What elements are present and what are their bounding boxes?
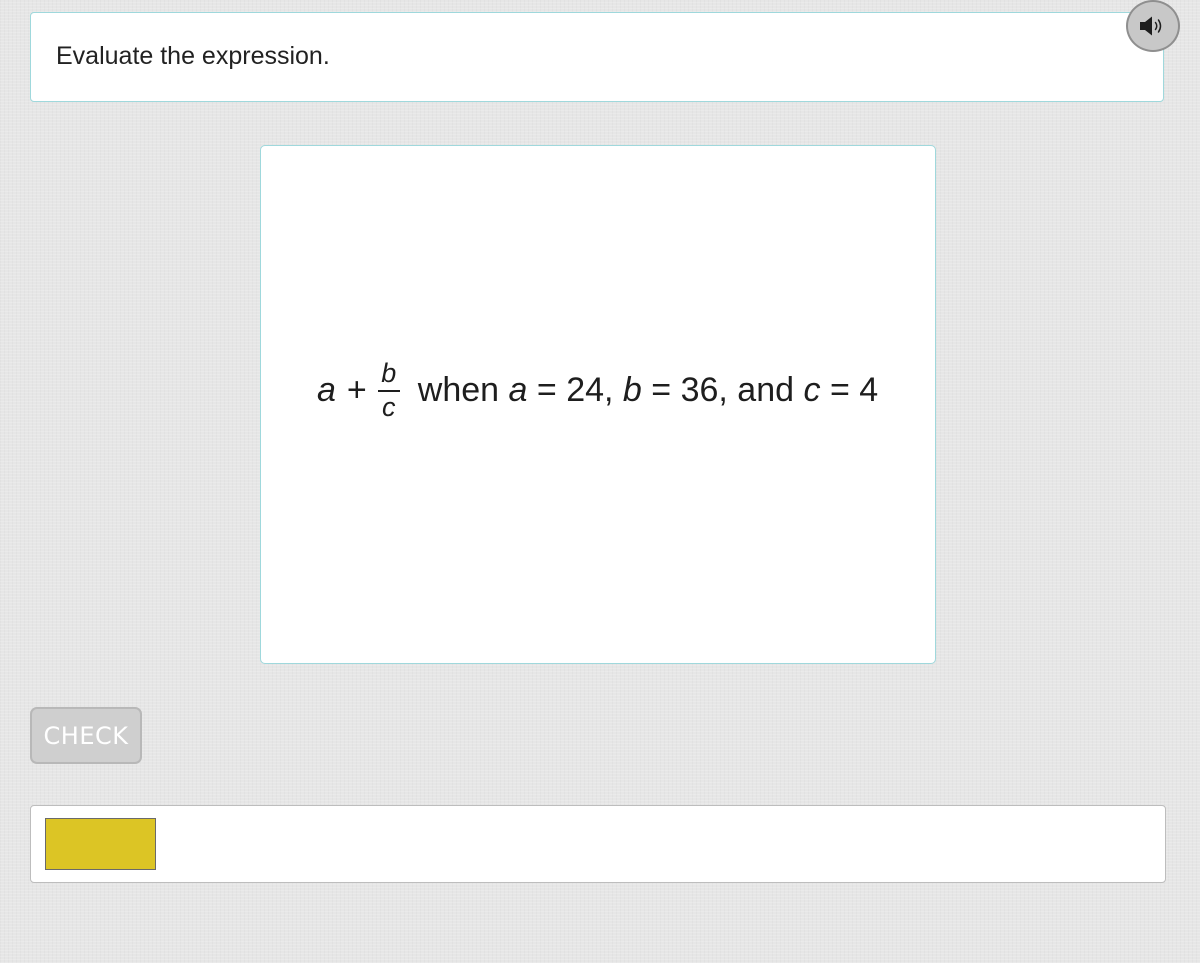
answer-area[interactable]: [30, 805, 1166, 883]
prompt-text: Evaluate the expression.: [56, 42, 330, 70]
condition-b-variable: b: [622, 371, 642, 409]
condition-b-value: = 36, and: [651, 371, 795, 409]
variable-a: a: [317, 371, 336, 409]
condition-c-variable: c: [803, 371, 821, 409]
plus-sign: +: [346, 371, 367, 409]
math-expression: a + b c when a = 24, b = 36, and c = 4: [317, 360, 878, 421]
condition-c-value: = 4: [829, 371, 879, 409]
condition-a-value: = 24,: [536, 371, 614, 409]
condition-a-variable: a: [508, 371, 528, 409]
answer-input-swatch[interactable]: [45, 818, 156, 870]
check-button[interactable]: CHECK: [30, 707, 142, 764]
speaker-icon: [1140, 16, 1162, 36]
fraction-numerator: b: [381, 358, 397, 388]
audio-button[interactable]: [1126, 0, 1180, 52]
word-when: when: [417, 371, 500, 409]
prompt-box: Evaluate the expression.: [30, 12, 1164, 102]
problem-card: a + b c when a = 24, b = 36, and c = 4: [260, 145, 936, 664]
fraction-denominator: c: [382, 392, 396, 422]
fraction-b-over-c: b c: [377, 358, 400, 422]
